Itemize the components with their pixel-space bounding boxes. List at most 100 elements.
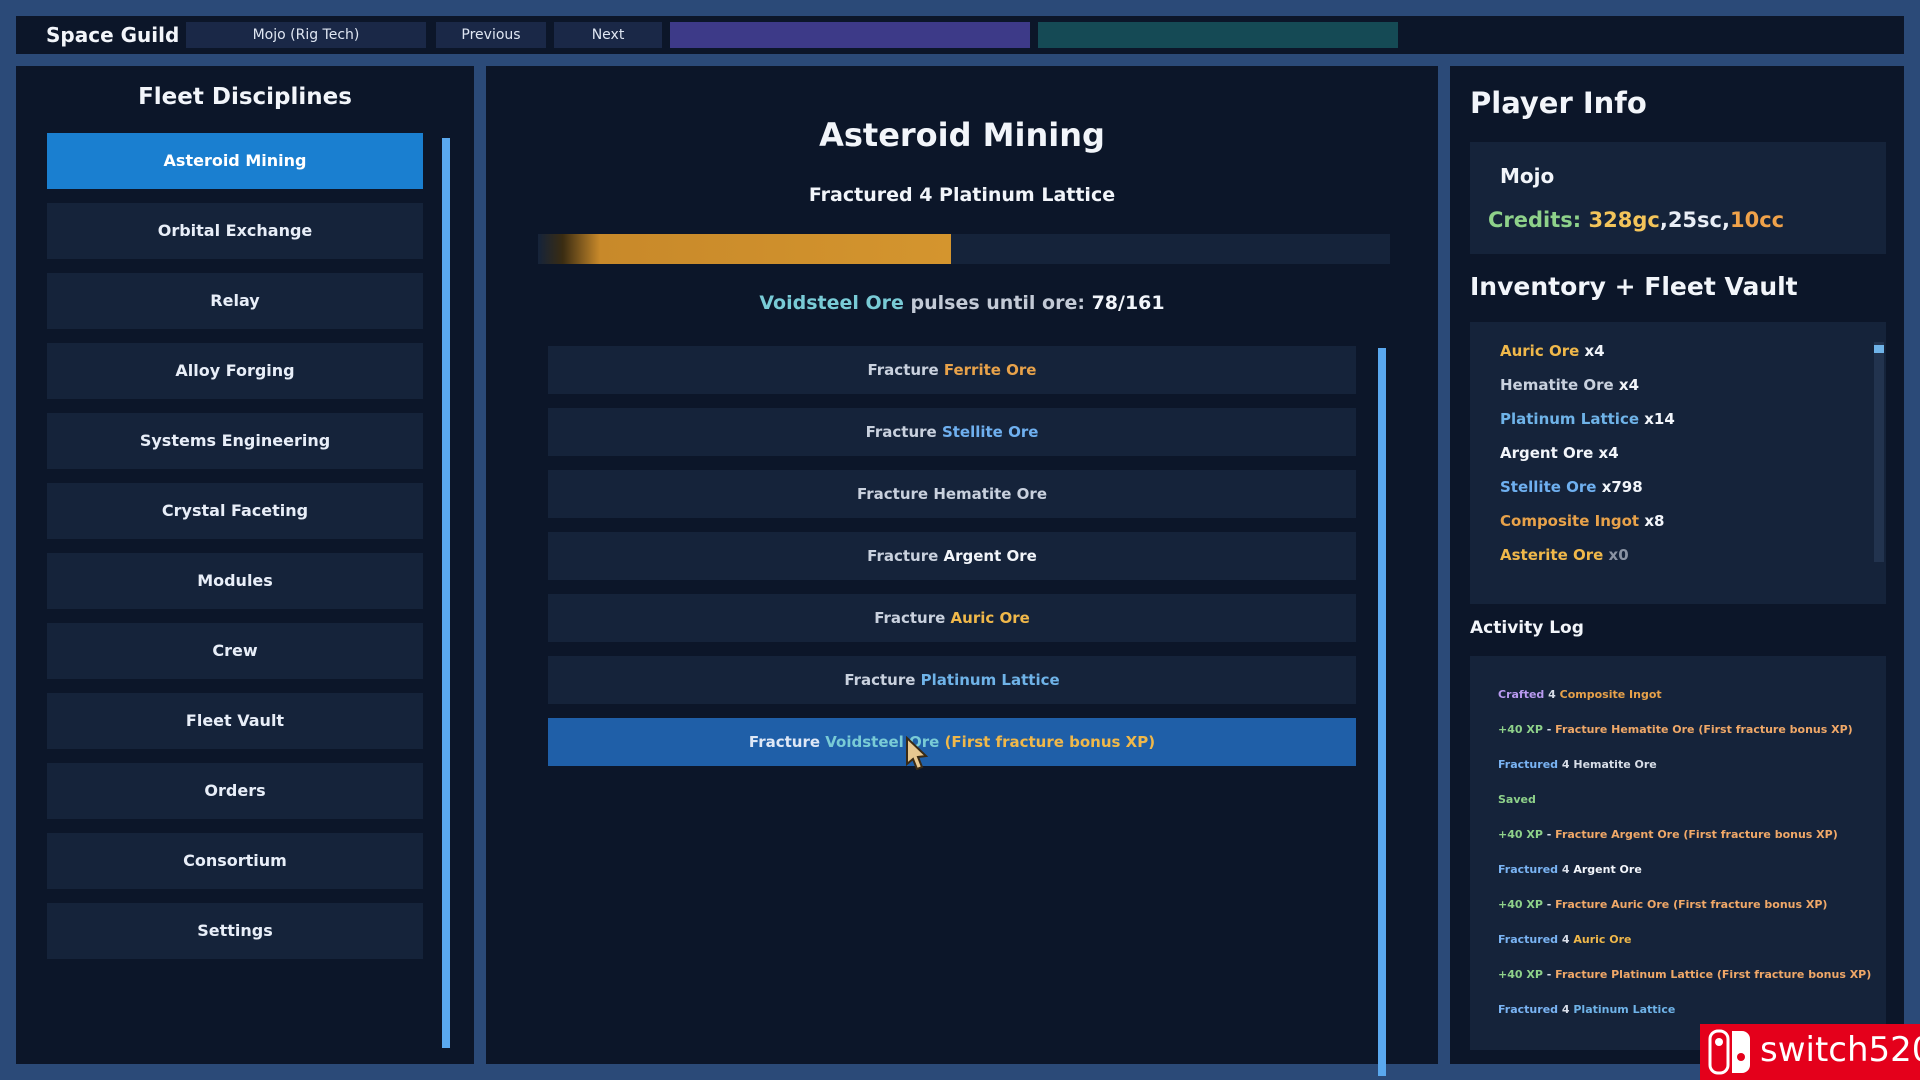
log-entry-sep: - xyxy=(1542,723,1556,736)
log-entry-action: Crafted xyxy=(1498,688,1545,701)
nav-item-settings[interactable]: Settings xyxy=(47,903,423,959)
log-entry: Fractured 4 Auric Ore xyxy=(1498,933,1632,946)
recipe-fracture-platinum-lattice[interactable]: Fracture Platinum Lattice xyxy=(548,656,1356,704)
player-info-title: Player Info xyxy=(1470,86,1647,120)
credits-separator: , xyxy=(1721,208,1730,232)
credits-gc: 328gc xyxy=(1588,208,1660,232)
recipe-prefix: Fracture xyxy=(748,733,826,751)
left-scrollbar[interactable] xyxy=(442,138,450,1048)
current-recipe-label: Fractured 4 Platinum Lattice xyxy=(808,184,1116,206)
recipe-fracture-stellite-ore[interactable]: Fracture Stellite Ore xyxy=(548,408,1356,456)
nav-item-consortium[interactable]: Consortium xyxy=(47,833,423,889)
nav-item-relay[interactable]: Relay xyxy=(47,273,423,329)
app-title: Space Guild xyxy=(46,23,180,47)
player-card: Mojo Credits: 328gc,25sc,10cc xyxy=(1470,142,1886,254)
inventory-item[interactable]: Asterite Ore x0 xyxy=(1500,546,1629,564)
inventory-item-name: Composite Ingot xyxy=(1500,512,1640,530)
log-entry: Crafted 4 Composite Ingot xyxy=(1498,688,1662,701)
fleet-disciplines-panel: Fleet Disciplines Asteroid Mining Orbita… xyxy=(16,66,474,1064)
nav-item-asteroid-mining[interactable]: Asteroid Mining xyxy=(47,133,423,189)
recipe-item: Argent Ore xyxy=(943,547,1037,565)
log-entry-action: +40 XP xyxy=(1498,723,1543,736)
switch-console-icon xyxy=(1708,1029,1750,1075)
inventory-item[interactable]: Hematite Ore x4 xyxy=(1500,376,1639,394)
character-selector-button[interactable]: Mojo (Rig Tech) xyxy=(186,22,426,48)
recipe-fracture-hematite-ore[interactable]: Fracture Hematite Ore xyxy=(548,470,1356,518)
recipe-item: Platinum Lattice xyxy=(920,671,1060,689)
inventory-item-name: Auric Ore xyxy=(1500,342,1580,360)
inventory-item-name: Asterite Ore xyxy=(1500,546,1604,564)
log-entry: Fractured 4 Platinum Lattice xyxy=(1498,1003,1675,1016)
inventory-item[interactable]: Argent Ore x4 xyxy=(1500,444,1619,462)
inventory-item-qty: x4 xyxy=(1613,376,1640,394)
log-entry-action: Fractured xyxy=(1498,863,1559,876)
inventory-item[interactable]: Composite Ingot x8 xyxy=(1500,512,1664,530)
inventory-scrollbar[interactable] xyxy=(1874,342,1884,562)
log-entry: +40 XP - Fracture Platinum Lattice (Firs… xyxy=(1498,968,1871,981)
nav-item-systems-engineering[interactable]: Systems Engineering xyxy=(47,413,423,469)
inventory-item-qty: x14 xyxy=(1639,410,1675,428)
recipe-scrollbar[interactable] xyxy=(1378,348,1386,1076)
nav-item-orders[interactable]: Orders xyxy=(47,763,423,819)
player-name: Mojo xyxy=(1500,164,1555,188)
skill-title: Asteroid Mining xyxy=(819,116,1105,154)
nav-item-crew[interactable]: Crew xyxy=(47,623,423,679)
nav-item-alloy-forging[interactable]: Alloy Forging xyxy=(47,343,423,399)
log-entry-sep: - xyxy=(1542,968,1556,981)
log-entry-action: +40 XP xyxy=(1498,828,1543,841)
inventory-item-qty: x798 xyxy=(1596,478,1643,496)
recipe-prefix: Fracture xyxy=(867,361,944,379)
recipe-bonus-note: (First fracture bonus XP) xyxy=(939,733,1156,751)
inventory-item-name: Hematite Ore xyxy=(1500,376,1614,394)
log-entry-sep: 4 xyxy=(1558,758,1574,771)
next-button[interactable]: Next xyxy=(554,22,662,48)
recipe-fracture-auric-ore[interactable]: Fracture Auric Ore xyxy=(548,594,1356,642)
inventory-title: Inventory + Fleet Vault xyxy=(1470,272,1798,301)
log-entry: +40 XP - Fracture Argent Ore (First frac… xyxy=(1498,828,1838,841)
inventory-item[interactable]: Stellite Ore x798 xyxy=(1500,478,1643,496)
activity-log-title: Activity Log xyxy=(1470,618,1584,638)
credits-cc: 10cc xyxy=(1729,208,1785,232)
recipe-fracture-argent-ore[interactable]: Fracture Argent Ore xyxy=(548,532,1356,580)
pulse-value: 78/161 xyxy=(1091,292,1165,314)
inventory-item[interactable]: Platinum Lattice x14 xyxy=(1500,410,1675,428)
inventory-item-qty: x4 xyxy=(1579,342,1605,360)
log-entry-detail: Fracture Hematite Ore (First fracture bo… xyxy=(1555,723,1853,736)
credits-label: Credits: xyxy=(1488,208,1589,232)
log-entry-action: Fractured xyxy=(1498,933,1559,946)
skill-panel: Asteroid Mining Fractured 4 Platinum Lat… xyxy=(486,66,1438,1076)
recipe-fracture-ferrite-ore[interactable]: Fracture Ferrite Ore xyxy=(548,346,1356,394)
log-entry-action: Fractured xyxy=(1498,1003,1559,1016)
nav-item-crystal-faceting[interactable]: Crystal Faceting xyxy=(47,483,423,539)
fleet-disciplines-title: Fleet Disciplines xyxy=(138,84,352,110)
recipe-item: Ferrite Ore xyxy=(943,361,1037,379)
log-entry-action: Saved xyxy=(1498,793,1536,806)
log-entry-detail: Hematite Ore xyxy=(1573,758,1657,771)
inventory-item[interactable]: Auric Ore x4 xyxy=(1500,342,1605,360)
progress-bar xyxy=(538,234,1390,264)
recipe-prefix: Fracture xyxy=(865,423,942,441)
log-entry-detail: Platinum Lattice xyxy=(1573,1003,1676,1016)
nav-item-fleet-vault[interactable]: Fleet Vault xyxy=(47,693,423,749)
inventory-item-name: Argent Ore xyxy=(1500,444,1594,462)
mouse-cursor-icon xyxy=(906,736,929,770)
previous-button[interactable]: Previous xyxy=(436,22,546,48)
log-entry-detail: Fracture Platinum Lattice (First fractur… xyxy=(1555,968,1872,981)
inventory-scrollbar-thumb[interactable] xyxy=(1874,345,1884,353)
top-bar-slot-1[interactable] xyxy=(670,22,1030,48)
inventory-item-qty: x8 xyxy=(1639,512,1665,530)
watermark-text: switch520 xyxy=(1760,1030,1920,1070)
recipe-prefix: Fracture xyxy=(867,547,944,565)
log-entry: Fractured 4 Argent Ore xyxy=(1498,863,1642,876)
activity-log: Crafted 4 Composite Ingot +40 XP - Fract… xyxy=(1470,656,1886,1050)
log-entry-sep: - xyxy=(1542,898,1556,911)
log-entry-detail: Argent Ore xyxy=(1573,863,1642,876)
log-entry-sep: 4 xyxy=(1544,688,1560,701)
recipe-item: Auric Ore xyxy=(950,609,1030,627)
nav-item-modules[interactable]: Modules xyxy=(47,553,423,609)
recipe-fracture-voidsteel-ore[interactable]: Fracture Voidsteel Ore (First fracture b… xyxy=(548,718,1356,766)
top-bar-slot-2[interactable] xyxy=(1038,22,1398,48)
log-entry-detail: Composite Ingot xyxy=(1559,688,1662,701)
nav-item-orbital-exchange[interactable]: Orbital Exchange xyxy=(47,203,423,259)
inventory-list: Auric Ore x4 Hematite Ore x4 Platinum La… xyxy=(1470,322,1886,604)
